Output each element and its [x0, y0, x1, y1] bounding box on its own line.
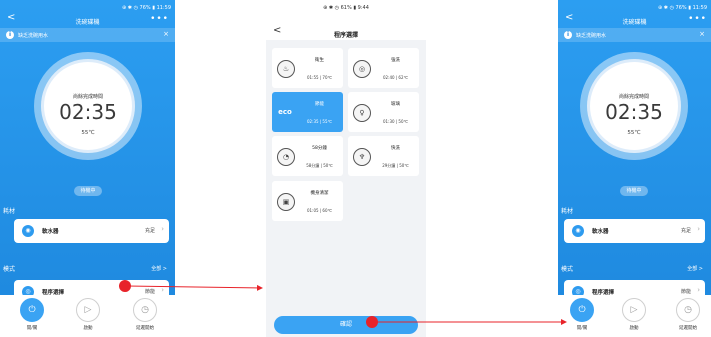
- machine-clean-icon: ▣: [277, 193, 295, 211]
- temperature: 55℃: [81, 130, 95, 136]
- close-icon[interactable]: ×: [163, 30, 169, 38]
- softener-icon: ◉: [572, 225, 584, 237]
- program-value: 節能: [680, 289, 691, 295]
- consumables-heading: 耗材: [3, 208, 16, 215]
- program-option-glass[interactable]: ♀ 玻璃 01:30 | 50℃: [348, 92, 419, 132]
- delay-start-label: 延遲開始: [679, 326, 697, 331]
- play-icon: ▷: [622, 298, 646, 322]
- remaining-time: 02:35: [59, 100, 117, 124]
- timer-58-icon: ◔: [277, 148, 295, 166]
- program-name: 58分鐘: [312, 146, 327, 151]
- program-detail: 29分鐘 | 50℃: [382, 163, 409, 168]
- chevron-right-icon: ›: [697, 286, 700, 294]
- timer-dial: 尚餘完成時間 02:35 55℃: [41, 59, 135, 153]
- program-detail: 02:40 | 62℃: [383, 75, 408, 80]
- program-detail: 58分鐘 | 50℃: [306, 163, 333, 168]
- consumables-heading: 耗材: [561, 208, 574, 215]
- temperature: 55℃: [627, 130, 641, 136]
- program-option-hygiene[interactable]: ♨ 衛生 01:55 | 70℃: [272, 48, 343, 88]
- program-name: 強洗: [391, 58, 400, 63]
- warning-text: 缺乏洗碗用水: [576, 33, 607, 39]
- info-icon: i: [6, 31, 14, 39]
- power-button[interactable]: ⏻ 開/關: [20, 298, 44, 331]
- program-detail: 02:35 | 55℃: [307, 119, 332, 124]
- power-label: 開/關: [26, 326, 38, 331]
- program-name: 快洗: [391, 146, 400, 151]
- clock-icon: ◷: [676, 298, 700, 322]
- confirm-button[interactable]: 確認: [274, 316, 418, 334]
- softener-icon: ◉: [22, 225, 34, 237]
- softener-card[interactable]: ◉ 軟水器 充足 ›: [564, 219, 705, 243]
- power-icon: ⏻: [20, 298, 44, 322]
- program-detail: 01:30 | 50℃: [383, 119, 408, 124]
- tap-indicator: [119, 280, 131, 292]
- power-icon: ⏻: [570, 298, 594, 322]
- remaining-time-label: 尚餘完成時間: [618, 94, 649, 100]
- delay-start-button[interactable]: ◷ 延遲開始: [676, 298, 700, 331]
- bottom-action-bar: ⏻ 開/關 ▷ 啟動 ◷ 延遲開始: [0, 295, 175, 337]
- water-warning-banner: i 缺乏洗碗用水 ×: [558, 28, 711, 42]
- delay-start-label: 延遲開始: [136, 326, 154, 331]
- steam-icon: ♨: [277, 60, 295, 78]
- status-badge: 待機中: [74, 186, 102, 196]
- page-title: 洗碗碟機: [75, 19, 100, 26]
- power-label: 開/關: [576, 326, 588, 331]
- program-detail: 01:05 | 60℃: [307, 208, 332, 213]
- program-value: 節能: [144, 289, 155, 295]
- remaining-time-label: 尚餘完成時間: [72, 94, 103, 100]
- status-bar: ⊕ ✱ ◷ 61% ▮ 9:44: [323, 5, 369, 11]
- softener-label: 軟水器: [42, 229, 59, 235]
- play-icon: ▷: [76, 298, 100, 322]
- bottom-action-bar: ⏻ 開/關 ▷ 啟動 ◷ 延遲開始: [558, 295, 711, 337]
- delay-start-button[interactable]: ◷ 延遲開始: [133, 298, 157, 331]
- quick-wash-icon: ♆: [353, 148, 371, 166]
- program-name: 玻璃: [391, 102, 400, 107]
- program-option-quick[interactable]: ♆ 快洗 29分鐘 | 50℃: [348, 136, 419, 176]
- close-icon[interactable]: ×: [699, 30, 705, 38]
- program-name: 機身清潔: [310, 191, 329, 196]
- start-label: 啟動: [629, 326, 639, 331]
- mode-heading: 模式: [3, 266, 16, 273]
- info-icon: i: [564, 31, 572, 39]
- status-badge: 待機中: [620, 186, 648, 196]
- program-detail: 01:55 | 70℃: [307, 75, 332, 80]
- program-option-intensive[interactable]: ◎ 強洗 02:40 | 62℃: [348, 48, 419, 88]
- left-phone-screen: ⊕ ✱ ◷ 76% ▮ 11:59 < 洗碗碟機 ••• i 缺乏洗碗用水 × …: [0, 0, 175, 337]
- water-warning-banner: i 缺乏洗碗用水 ×: [0, 28, 175, 42]
- start-button[interactable]: ▷ 啟動: [76, 298, 100, 331]
- mode-all-link[interactable]: 全部 >: [687, 265, 703, 272]
- middle-phone-screen: ⊕ ✱ ◷ 61% ▮ 9:44 < 程序選擇 ♨ 衛生 01:55 | 70℃…: [266, 0, 426, 337]
- remaining-time: 02:35: [605, 100, 663, 124]
- softener-status: 充足: [680, 228, 691, 234]
- right-phone-screen: ⊕ ✱ ◷ 76% ▮ 11:59 < 洗碗碟機 ••• i 缺乏洗碗用水 × …: [558, 0, 711, 337]
- start-label: 啟動: [83, 326, 93, 331]
- chevron-right-icon: ›: [161, 286, 164, 294]
- timer-dial: 尚餘完成時間 02:35 55℃: [587, 59, 681, 153]
- glass-icon: ♀: [353, 104, 371, 122]
- program-name: 衛生: [315, 58, 324, 63]
- more-menu-button[interactable]: •••: [688, 14, 707, 24]
- program-option-eco[interactable]: eco 節能 02:35 | 55℃: [272, 92, 343, 132]
- eco-icon: eco: [278, 108, 292, 116]
- warning-text: 缺乏洗碗用水: [18, 33, 49, 39]
- softener-status: 充足: [144, 228, 155, 234]
- program-name: 節能: [315, 102, 324, 107]
- mode-heading: 模式: [561, 266, 574, 273]
- page-title: 程序選擇: [333, 32, 358, 39]
- chevron-right-icon: ›: [161, 225, 164, 233]
- start-button[interactable]: ▷ 啟動: [622, 298, 646, 331]
- softener-label: 軟水器: [592, 229, 609, 235]
- status-bar: ⊕ ✱ ◷ 76% ▮ 11:59: [658, 5, 707, 11]
- clock-icon: ◷: [133, 298, 157, 322]
- program-option-machine-clean[interactable]: ▣ 機身清潔 01:05 | 60℃: [272, 181, 343, 221]
- mode-all-link[interactable]: 全部 >: [151, 265, 167, 272]
- status-bar: ⊕ ✱ ◷ 76% ▮ 11:59: [122, 5, 171, 11]
- chevron-right-icon: ›: [697, 225, 700, 233]
- program-option-58min[interactable]: ◔ 58分鐘 58分鐘 | 50℃: [272, 136, 343, 176]
- more-menu-button[interactable]: •••: [150, 14, 169, 24]
- pot-icon: ◎: [353, 60, 371, 78]
- tap-indicator: [366, 316, 378, 328]
- softener-card[interactable]: ◉ 軟水器 充足 ›: [14, 219, 169, 243]
- power-button[interactable]: ⏻ 開/關: [570, 298, 594, 331]
